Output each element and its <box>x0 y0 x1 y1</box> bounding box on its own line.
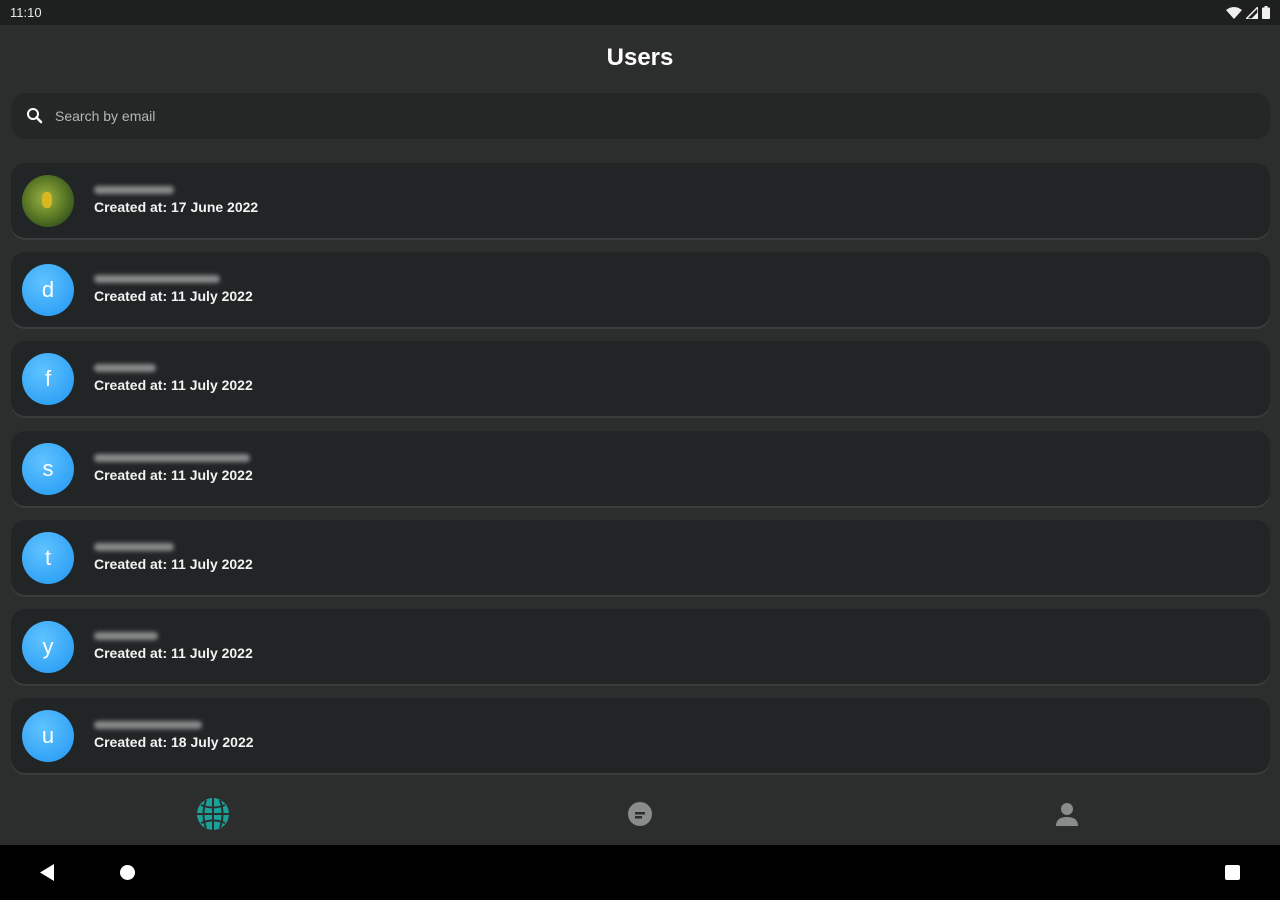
avatar: u <box>22 709 74 762</box>
globe-icon <box>197 798 230 830</box>
list-item-text: Created at: 11 July 2022 <box>94 275 253 304</box>
list-item-text: Created at: 18 July 2022 <box>94 721 254 750</box>
created-date: Created at: 11 July 2022 <box>94 556 253 572</box>
home-icon[interactable] <box>120 865 135 880</box>
redacted-email <box>94 364 156 372</box>
list-item[interactable]: t Created at: 11 July 2022 <box>11 520 1270 595</box>
status-bar: 11:10 <box>0 0 1280 25</box>
avatar: f <box>22 352 74 405</box>
avatar: s <box>22 442 74 495</box>
page-title: Users <box>606 44 674 71</box>
avatar: d <box>22 263 74 316</box>
created-date: Created at: 11 July 2022 <box>94 377 253 393</box>
avatar: y <box>22 620 74 673</box>
created-date: Created at: 18 July 2022 <box>94 734 254 750</box>
avatar: t <box>22 531 74 584</box>
avatar <box>22 174 74 227</box>
redacted-email <box>94 275 220 283</box>
bottom-nav <box>0 783 1280 845</box>
redacted-email <box>94 543 174 551</box>
signal-icon <box>1246 6 1258 19</box>
redacted-email <box>94 454 250 462</box>
redacted-email <box>94 632 158 640</box>
system-nav-bar <box>0 845 1280 900</box>
list-item[interactable]: f Created at: 11 July 2022 <box>11 341 1270 416</box>
list-item-text: Created at: 11 July 2022 <box>94 632 253 661</box>
list-item-text: Created at: 11 July 2022 <box>94 543 253 572</box>
wifi-icon <box>1226 6 1242 19</box>
created-date: Created at: 11 July 2022 <box>94 645 253 661</box>
search-bar[interactable] <box>11 93 1270 139</box>
users-screen: Users Created at: 17 June 2022 d Created… <box>0 25 1280 845</box>
tab-profile[interactable] <box>853 783 1280 845</box>
created-date: Created at: 11 July 2022 <box>94 467 253 483</box>
list-item-text: Created at: 11 July 2022 <box>94 364 253 393</box>
list-item-text: Created at: 11 July 2022 <box>94 454 253 483</box>
list-item[interactable]: s Created at: 11 July 2022 <box>11 431 1270 506</box>
status-time: 11:10 <box>10 5 42 20</box>
search-input[interactable] <box>55 108 655 124</box>
list-item[interactable]: Created at: 17 June 2022 <box>11 163 1270 238</box>
list-item[interactable]: y Created at: 11 July 2022 <box>11 609 1270 684</box>
created-date: Created at: 11 July 2022 <box>94 288 253 304</box>
person-icon <box>1055 803 1078 826</box>
status-icons <box>1226 6 1270 19</box>
redacted-email <box>94 186 174 194</box>
created-date: Created at: 17 June 2022 <box>94 199 259 215</box>
redacted-email <box>94 721 202 729</box>
battery-icon <box>1262 6 1270 19</box>
back-icon[interactable] <box>40 864 56 881</box>
list-item-text: Created at: 17 June 2022 <box>94 186 258 215</box>
tab-explore[interactable] <box>0 783 427 845</box>
chat-bubble-icon <box>628 802 652 826</box>
list-item[interactable]: u Created at: 18 July 2022 <box>11 698 1270 773</box>
search-icon <box>27 108 43 124</box>
tab-chats[interactable] <box>427 783 854 845</box>
list-item[interactable]: d Created at: 11 July 2022 <box>11 252 1270 327</box>
recents-icon[interactable] <box>1225 865 1240 880</box>
